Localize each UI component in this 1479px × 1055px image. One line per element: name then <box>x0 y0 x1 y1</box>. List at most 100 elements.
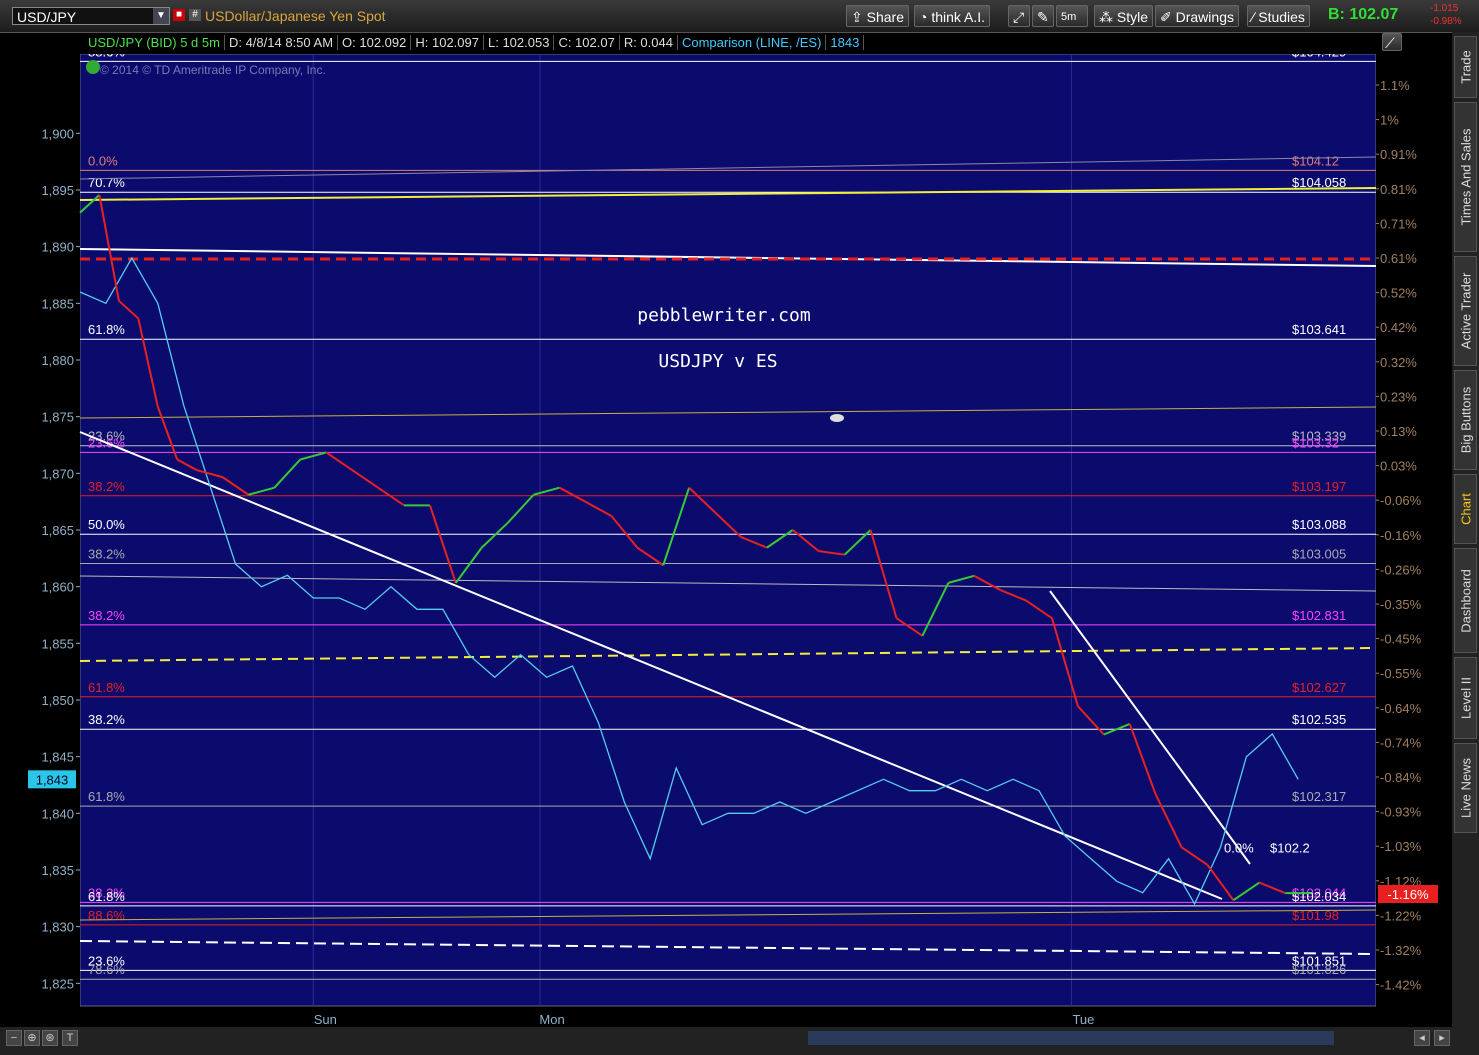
tab-label: Level II <box>1458 677 1473 719</box>
fib-price-label: $103.088 <box>1292 517 1346 532</box>
fib-pct-label: 38.2% <box>88 712 125 727</box>
bar-low: L: 102.053 <box>483 35 555 50</box>
right-axis-tick: -0.26% <box>1380 562 1422 577</box>
drawing-tool-icon[interactable]: ⟋ <box>1382 33 1402 51</box>
right-axis-tick: 0.23% <box>1380 389 1417 404</box>
right-axis-tick: 0.03% <box>1380 459 1417 474</box>
right-axis-tick: -0.93% <box>1380 805 1422 820</box>
fib-price-label: $103.641 <box>1292 322 1346 337</box>
fib-price-label: $101.826 <box>1292 962 1346 977</box>
fib-pct-label: 61.8% <box>88 789 125 804</box>
tab-active-trader[interactable]: Active Trader <box>1454 256 1477 366</box>
fib-pct-label: 50.0% <box>88 517 125 532</box>
chart-info-bar: USD/JPY (BID) 5 d 5m D: 4/8/14 8:50 AM O: … <box>84 32 865 54</box>
right-axis-tick: -0.74% <box>1380 735 1422 750</box>
tab-label: Dashboard <box>1458 568 1473 633</box>
flag-icon[interactable]: ■ <box>173 9 185 21</box>
fib-pct-label: 38.2% <box>88 546 125 561</box>
chart-subtitle-text: USDJPY v ES <box>658 351 777 372</box>
zoom-in-icon[interactable]: ⊕ <box>24 1030 40 1046</box>
share-label: Share <box>866 9 904 25</box>
fib-pct-label: 88.6% <box>88 908 125 923</box>
left-axis-bg <box>0 54 80 1027</box>
left-axis-tick: 1,895 <box>41 183 74 198</box>
drawings-button[interactable]: ✐ Drawings <box>1155 5 1239 27</box>
mini-fib-price: $102.2 <box>1270 840 1310 855</box>
right-axis-tick: 0.13% <box>1380 424 1417 439</box>
minus-zoom-icon[interactable]: − <box>6 1030 22 1046</box>
chevron-down-icon[interactable]: ▼ <box>153 8 169 24</box>
bar-range: R: 0.044 <box>619 35 678 50</box>
symbol-input[interactable]: USD/JPY ▼ <box>12 7 170 25</box>
share-icon: ⇪ <box>851 9 863 25</box>
fib-price-label: $102.627 <box>1292 680 1346 695</box>
interval-button[interactable]: 5m <box>1056 5 1088 27</box>
tab-dashboard[interactable]: Dashboard <box>1454 548 1477 653</box>
right-axis-tick: -0.06% <box>1380 493 1422 508</box>
right-axis-tick: 0.71% <box>1380 216 1417 231</box>
right-axis-tick: -0.84% <box>1380 770 1422 785</box>
zoom-icon[interactable]: ⤢ <box>1008 5 1030 27</box>
right-axis-tick: 0.32% <box>1380 355 1417 370</box>
left-axis-tick: 1,835 <box>41 863 74 878</box>
copyright-watermark: © 2014 © TD Ameritrade IP Company, Inc. <box>100 63 326 77</box>
bar-open: O: 102.092 <box>338 35 412 50</box>
right-axis-tick: -0.16% <box>1380 528 1422 543</box>
tab-label: Chart <box>1458 493 1473 525</box>
right-current-value: -1.16% <box>1387 887 1429 902</box>
comparison-value: 1843 <box>826 35 865 50</box>
right-axis-tick: -0.64% <box>1380 701 1422 716</box>
studies-label: Studies <box>1258 9 1305 25</box>
drawing-handle <box>830 414 844 422</box>
horizontal-scrollbar[interactable] <box>808 1031 1334 1045</box>
price-chart[interactable]: 1,900 1,895 1,890 1,885 1,880 1,875 1,870 1,865… <box>0 54 1452 1027</box>
right-axis-tick: 1% <box>1380 113 1399 128</box>
left-axis-tick: 1,825 <box>41 976 74 991</box>
fib-pct-label: 61.8% <box>88 322 125 337</box>
right-axis-tick: -1.03% <box>1380 839 1422 854</box>
fib-pct-label: 78.6% <box>88 962 125 977</box>
fib-pct-label: 61.8% <box>88 889 125 904</box>
think-ai-button[interactable]: ◔ think A.I. <box>914 5 991 27</box>
tab-live-news[interactable]: Live News <box>1454 743 1477 833</box>
left-axis-tick: 1,840 <box>41 806 74 821</box>
pencil-icon: ✐ <box>1160 9 1172 25</box>
top-toolbar: USD/JPY ▼ ■ # USDollar/Japanese Yen Spot … <box>0 0 1479 33</box>
fib-price-label: $103.197 <box>1292 479 1346 494</box>
x-axis-label: Tue <box>1072 1012 1094 1027</box>
chart-title-text: pebblewriter.com <box>637 305 810 326</box>
scroll-right-icon[interactable]: ▸ <box>1434 1030 1450 1046</box>
tab-big-buttons[interactable]: Big Buttons <box>1454 370 1477 470</box>
right-axis-tick: 0.81% <box>1380 182 1417 197</box>
fib-price-label: $102.317 <box>1292 789 1346 804</box>
share-button[interactable]: ⇪ Share <box>846 5 909 27</box>
style-button[interactable]: ⁂ Style <box>1094 5 1154 27</box>
wrench-icon[interactable]: ✎ <box>1032 5 1054 27</box>
studies-button[interactable]: ∕ Studies <box>1247 5 1310 27</box>
right-axis-tick: -0.35% <box>1380 597 1422 612</box>
left-axis-tick: 1,880 <box>41 353 74 368</box>
text-tool-icon[interactable]: T <box>62 1030 78 1046</box>
crosshair-icon[interactable]: ⊛ <box>42 1030 58 1046</box>
symbol-text: USD/JPY <box>17 9 77 25</box>
tab-label: Active Trader <box>1458 272 1473 350</box>
scroll-left-icon[interactable]: ◂ <box>1414 1030 1430 1046</box>
right-axis-tick: 0.42% <box>1380 320 1417 335</box>
tab-level-ii[interactable]: Level II <box>1454 657 1477 739</box>
right-axis-tick: 0.61% <box>1380 251 1417 266</box>
right-axis-tick: 0.52% <box>1380 286 1417 301</box>
tab-chart[interactable]: Chart <box>1454 474 1477 544</box>
bottom-bar: − ⊕ ⊛ T ◂ ▸ <box>0 1027 1452 1055</box>
tab-trade[interactable]: Trade <box>1454 36 1477 98</box>
bid-price: B: 102.07 <box>1328 6 1399 23</box>
tab-times-and-sales[interactable]: Times And Sales <box>1454 102 1477 252</box>
fib-pct-label: 61.8% <box>88 680 125 695</box>
x-axis-label: Sun <box>314 1012 337 1027</box>
left-axis-tick: 1,890 <box>41 240 74 255</box>
fib-price-label: $104.429 <box>1292 54 1346 59</box>
right-axis-tick: -0.45% <box>1380 632 1422 647</box>
fib-price-label: $102.535 <box>1292 712 1346 727</box>
chart-title: USD/JPY (BID) 5 d 5m <box>84 35 225 50</box>
fib-pct-label: 38.2% <box>88 608 125 623</box>
hash-icon[interactable]: # <box>189 9 201 21</box>
